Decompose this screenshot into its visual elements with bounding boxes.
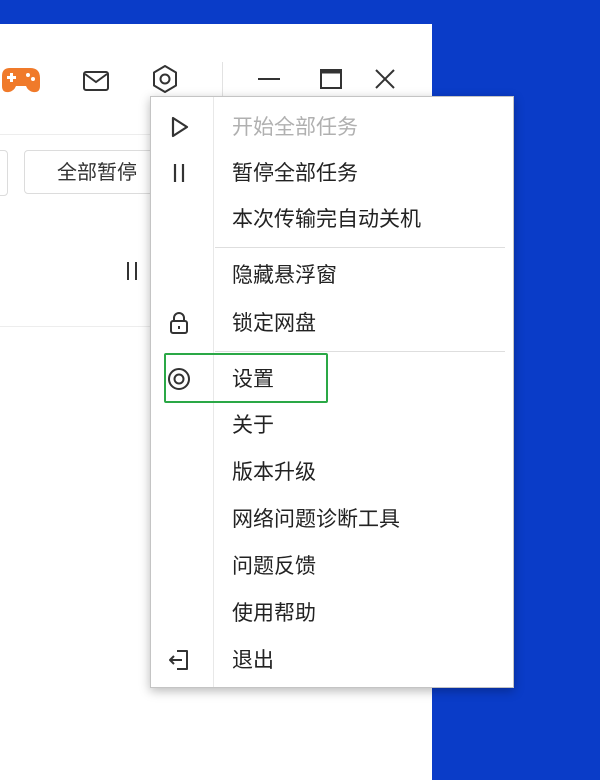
menu-item-feedback[interactable]: 问题反馈 — [151, 546, 513, 586]
lock-icon — [167, 311, 191, 335]
menu-item-help[interactable]: 使用帮助 — [151, 593, 513, 633]
maximize-button[interactable] — [316, 64, 346, 94]
menu-item-network-diagnosis[interactable]: 网络问题诊断工具 — [151, 499, 513, 539]
menu-item-label: 版本升级 — [232, 460, 316, 484]
gear-icon[interactable] — [150, 64, 180, 94]
toolbar-button-partial[interactable] — [0, 150, 8, 196]
game-controller-icon[interactable] — [0, 66, 42, 94]
menu-item-label: 关于 — [232, 413, 274, 437]
menu-item-label: 本次传输完自动关机 — [232, 207, 421, 231]
titlebar-separator — [222, 62, 223, 96]
menu-item-exit[interactable]: 退出 — [151, 640, 513, 680]
menu-item-label: 暂停全部任务 — [232, 161, 358, 185]
menu-item-lock-drive[interactable]: 锁定网盘 — [151, 303, 513, 343]
pause-icon — [167, 161, 191, 185]
menu-item-label: 锁定网盘 — [232, 311, 316, 335]
menu-item-pause-all[interactable]: 暂停全部任务 — [151, 153, 513, 193]
menu-item-label: 使用帮助 — [232, 601, 316, 625]
menu-item-label: 退出 — [232, 648, 274, 672]
mail-icon[interactable] — [82, 70, 110, 92]
menu-item-upgrade[interactable]: 版本升级 — [151, 452, 513, 492]
menu-item-start-all[interactable]: 开始全部任务 — [151, 107, 513, 147]
menu-item-label: 网络问题诊断工具 — [232, 507, 400, 531]
minimize-button[interactable] — [254, 64, 284, 94]
menu-separator — [215, 351, 505, 352]
menu-item-hide-float-window[interactable]: 隐藏悬浮窗 — [151, 255, 513, 295]
play-icon — [167, 115, 191, 139]
pause-icon[interactable] — [126, 260, 138, 282]
menu-item-label: 开始全部任务 — [232, 115, 358, 139]
menu-item-auto-shutdown[interactable]: 本次传输完自动关机 — [151, 199, 513, 239]
exit-icon — [167, 648, 191, 672]
settings-highlight-box — [164, 353, 328, 403]
menu-item-label: 问题反馈 — [232, 554, 316, 578]
close-button[interactable] — [370, 64, 400, 94]
menu-item-label: 隐藏悬浮窗 — [232, 263, 337, 287]
menu-item-about[interactable]: 关于 — [151, 405, 513, 445]
menu-separator — [215, 247, 505, 248]
